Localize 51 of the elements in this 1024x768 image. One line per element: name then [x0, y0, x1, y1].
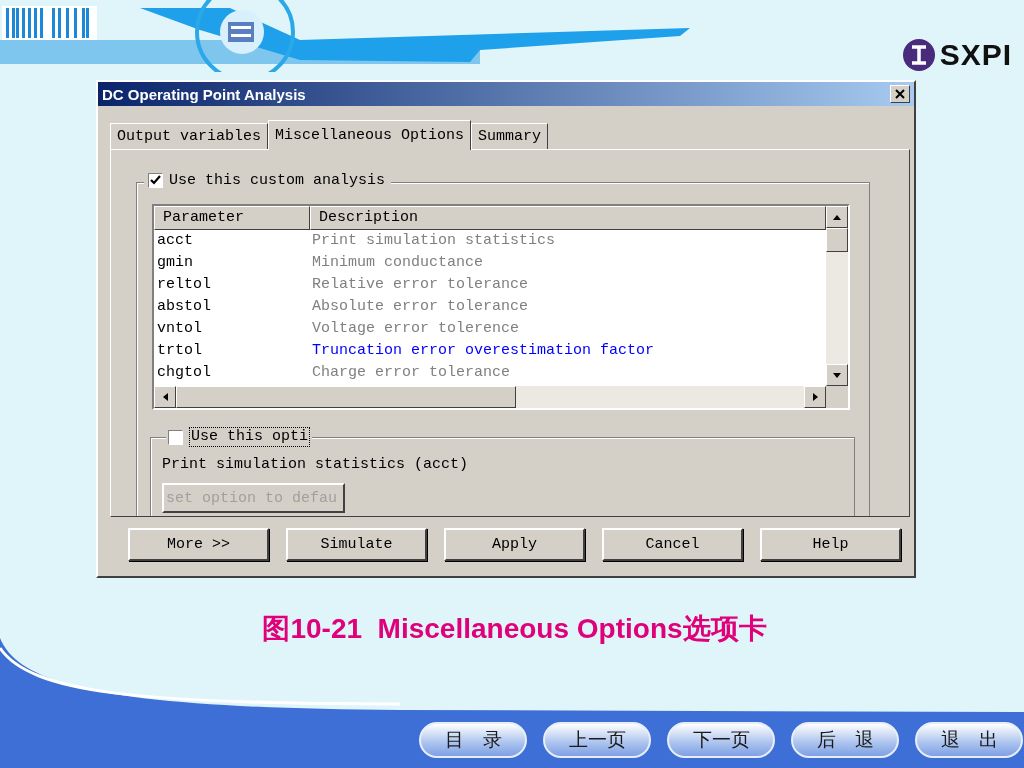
- table-cell-text: vntol: [156, 319, 203, 339]
- scroll-thumb[interactable]: [826, 228, 848, 252]
- nav-button[interactable]: 下一页: [667, 722, 775, 758]
- scrollbar[interactable]: [826, 206, 848, 386]
- checkbox[interactable]: [168, 429, 183, 445]
- checkbox-label[interactable]: Use this opti: [189, 427, 311, 447]
- scroll-thumb[interactable]: [176, 386, 516, 408]
- table-cell-text: Absolute error tolerance: [311, 297, 529, 317]
- dialog-button[interactable]: Cancel: [602, 528, 743, 561]
- dialog-button[interactable]: Apply: [444, 528, 585, 561]
- table-cell-text: acct: [156, 231, 194, 251]
- table-cell-text: trtol: [156, 341, 203, 361]
- nav-button[interactable]: 上一页: [543, 722, 651, 758]
- table-cell-text: reltol: [156, 275, 212, 295]
- column-header[interactable]: Parameter: [154, 206, 310, 230]
- nav-button[interactable]: 后 退: [791, 722, 899, 758]
- table-cell-text: Truncation error overestimation factor: [311, 341, 655, 361]
- table-cell-text: Print simulation statistics: [311, 231, 556, 251]
- scroll-left-button[interactable]: [154, 386, 176, 408]
- logo-text: SXPI: [939, 38, 1012, 72]
- table-cell-text: abstol: [156, 297, 212, 317]
- option-description: Print simulation statistics (acct): [162, 455, 470, 475]
- tab[interactable]: Miscellaneous Options: [268, 120, 472, 150]
- arrow-icon: [832, 370, 842, 380]
- close-icon: [895, 89, 905, 99]
- checkbox[interactable]: [148, 173, 163, 188]
- scroll-down-button[interactable]: [826, 364, 848, 386]
- table-cell-text: Charge error tolerance: [311, 363, 511, 383]
- check-icon: [150, 175, 161, 186]
- scrollbar-corner: [826, 386, 848, 408]
- table-cell-text: Voltage error tolerence: [311, 319, 520, 339]
- tab[interactable]: Output variables: [110, 123, 269, 149]
- table-cell-text: gmin: [156, 253, 194, 273]
- logo-icon: [901, 38, 936, 72]
- window-title: DC Operating Point Analysis: [102, 85, 306, 103]
- scrollbar[interactable]: [154, 386, 826, 408]
- close-button[interactable]: [890, 85, 910, 103]
- tab[interactable]: Summary: [471, 123, 549, 149]
- table-cell-text: Relative error tolerance: [311, 275, 529, 295]
- dialog-button[interactable]: More >>: [128, 528, 269, 561]
- table-cell-text: Minimum conductance: [311, 253, 484, 273]
- arrow-icon: [810, 392, 820, 402]
- dialog-button[interactable]: Simulate: [286, 528, 427, 561]
- scroll-up-button[interactable]: [826, 206, 848, 228]
- figure-caption: 图10-21 Miscellaneous Options选项卡: [261, 612, 768, 646]
- nav-button[interactable]: 退 出: [915, 722, 1023, 758]
- column-header[interactable]: Description: [310, 206, 826, 230]
- scroll-right-button[interactable]: [804, 386, 826, 408]
- dialog-button[interactable]: Help: [760, 528, 901, 561]
- table-cell-text: chgtol: [156, 363, 212, 383]
- nav-button[interactable]: 目 录: [419, 722, 527, 758]
